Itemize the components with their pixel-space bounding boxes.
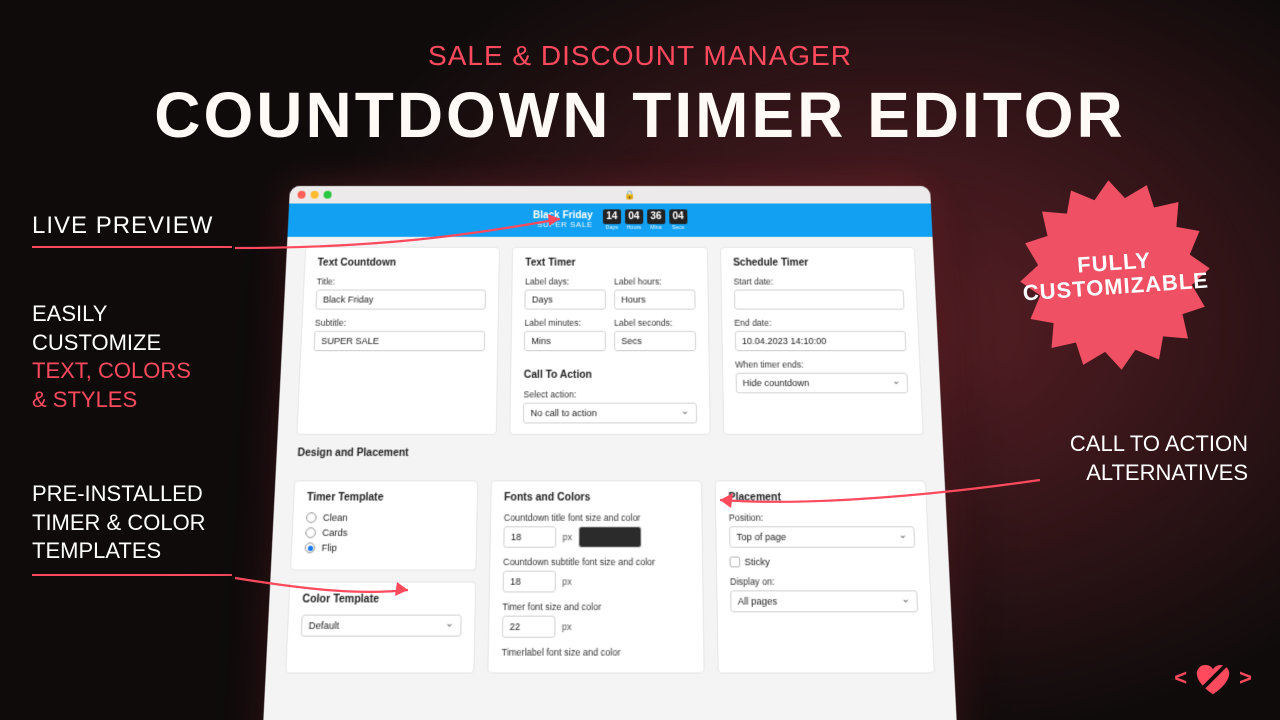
title-font-size-input[interactable]: 18 (503, 526, 556, 548)
lock-icon: 🔒 (624, 189, 635, 200)
panel-timer-template: Timer Template Clean Cards Flip (290, 480, 478, 570)
live-preview-bar: Black Friday SUPER SALE 14Days 04Hours 3… (287, 204, 932, 237)
panel-placement: Placement Position:Top of page Sticky Di… (715, 480, 935, 673)
subtitle-font-size-input[interactable]: 18 (503, 571, 556, 593)
position-select[interactable]: Top of page (729, 526, 915, 548)
label-secs-input[interactable]: Secs (614, 331, 696, 351)
editor-window: 🔒 Black Friday SUPER SALE 14Days 04Hours… (262, 186, 959, 720)
callout-cta: CALL TO ACTION ALTERNATIVES (1070, 430, 1248, 487)
traffic-light-min-icon[interactable] (310, 191, 318, 199)
page-title: COUNTDOWN TIMER EDITOR (0, 78, 1280, 152)
chevron-right-icon: > (1239, 665, 1252, 691)
title-input[interactable]: Black Friday (315, 290, 486, 310)
label-days-input[interactable]: Days (525, 290, 606, 310)
panel-fonts-colors: Fonts and Colors Countdown title font si… (487, 480, 704, 673)
display-on-select[interactable]: All pages (730, 590, 918, 612)
badge-fully-customizable: FULLYCUSTOMIZABLE (1014, 174, 1217, 377)
callout-live-preview: LIVE PREVIEW (32, 212, 213, 240)
template-cards-radio[interactable]: Cards (305, 527, 463, 538)
sticky-checkbox[interactable] (730, 557, 741, 568)
heart-icon (1193, 658, 1233, 698)
section-design-placement: Design and Placement (295, 448, 925, 460)
preview-subtitle: SUPER SALE (533, 221, 593, 230)
chevron-left-icon: < (1174, 665, 1187, 691)
color-template-select[interactable]: Default (301, 614, 462, 636)
cta-select[interactable]: No call to action (523, 403, 697, 424)
template-clean-radio[interactable]: Clean (306, 512, 464, 523)
panel-color-template: Color Template Default (285, 581, 476, 674)
preview-mins-value: 36 (647, 209, 665, 224)
label-hours-input[interactable]: Hours (614, 290, 695, 310)
callout-customize: EASILY CUSTOMIZE TEXT, COLORS & STYLES (32, 300, 191, 414)
timer-font-size-input[interactable]: 22 (502, 616, 556, 638)
preview-secs-value: 04 (669, 209, 687, 224)
when-ends-select[interactable]: Hide countdown (735, 373, 908, 394)
label-mins-input[interactable]: Mins (524, 331, 606, 351)
title-color-swatch[interactable] (578, 526, 641, 548)
subtitle-input[interactable]: SUPER SALE (314, 331, 486, 351)
kicker: SALE & DISCOUNT MANAGER (0, 40, 1280, 72)
start-date-input[interactable] (734, 290, 905, 310)
window-titlebar: 🔒 (289, 186, 931, 204)
traffic-light-close-icon[interactable] (297, 191, 305, 199)
panel-text-countdown: Text Countdown Title: Black Friday Subti… (296, 247, 500, 435)
template-flip-radio[interactable]: Flip (304, 542, 463, 553)
traffic-light-max-icon[interactable] (323, 191, 331, 199)
callout-templates: PRE-INSTALLED TIMER & COLOR TEMPLATES (32, 480, 206, 566)
preview-days-value: 14 (603, 209, 621, 224)
preview-hours-value: 04 (625, 209, 643, 224)
end-date-input[interactable]: 10.04.2023 14:10:00 (734, 331, 906, 351)
panel-schedule-timer: Schedule Timer Start date: End date:10.0… (720, 247, 924, 435)
brand-logo: < > (1174, 658, 1252, 698)
panel-text-timer: Text Timer Label days:Days Label hours:H… (510, 247, 711, 435)
